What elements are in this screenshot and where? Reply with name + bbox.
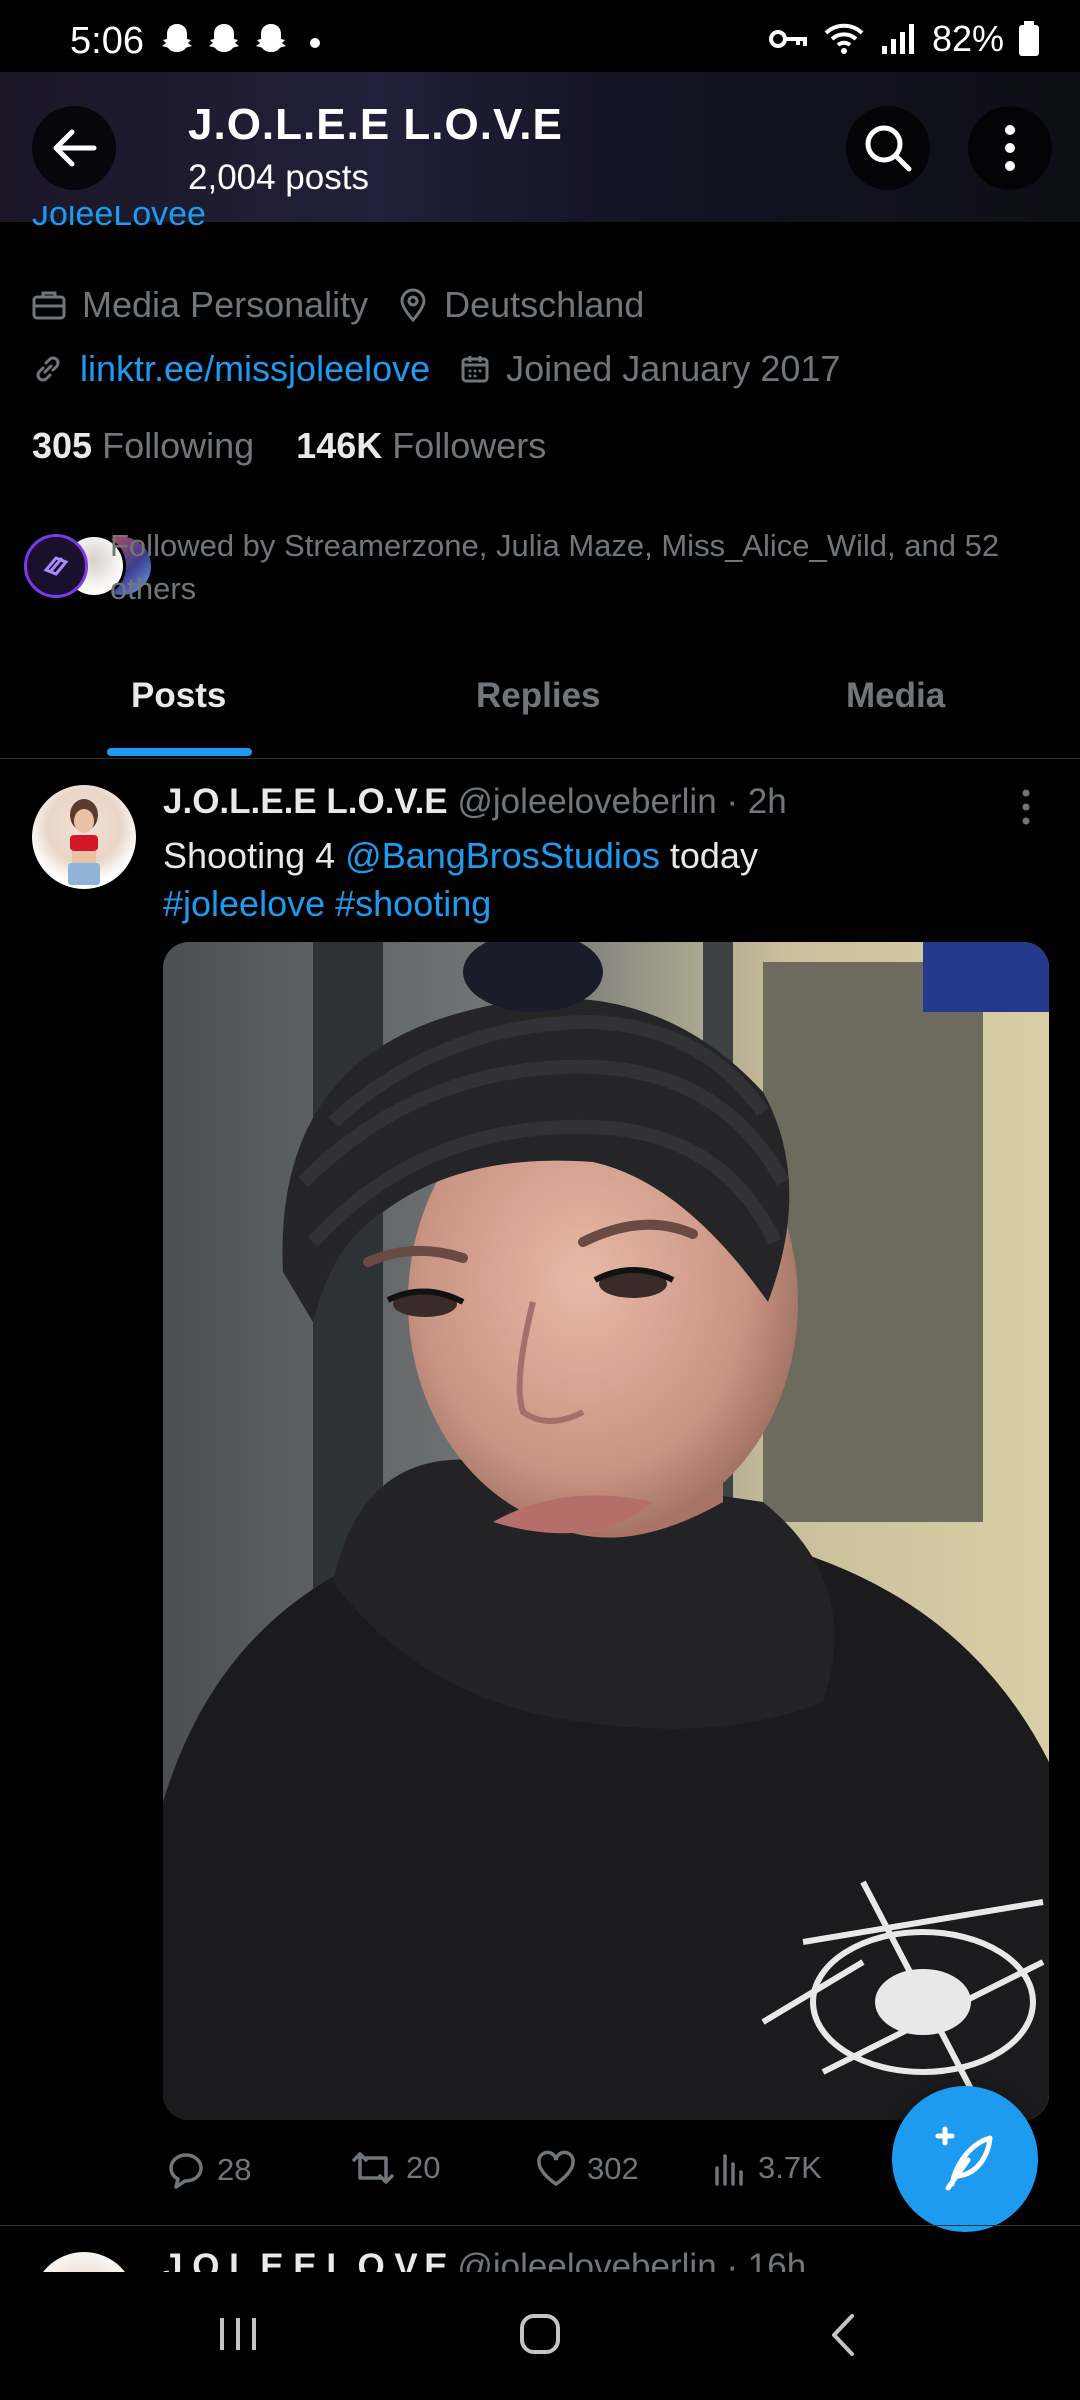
back-button[interactable]: [32, 106, 116, 190]
post-header: J.O.L.E.E L.O.V.E @joleeloveberlin · 2h: [163, 782, 787, 822]
following-link[interactable]: 305 Following: [32, 425, 254, 467]
following-label: Following: [102, 425, 255, 466]
wifi-icon: [824, 23, 864, 54]
post-text-start: Shooting 4: [163, 835, 346, 876]
repost-button[interactable]: 20: [350, 2150, 440, 2186]
repost-count: 20: [406, 2150, 441, 2185]
link-icon: [36, 356, 60, 382]
hashtag-link[interactable]: #shooting: [335, 883, 491, 924]
views-count: 3.7K: [758, 2150, 822, 2185]
selfie-photo: [163, 942, 1049, 2120]
profile-tabs: Posts Replies Media: [0, 640, 1080, 759]
recent-apps-icon[interactable]: [216, 2314, 260, 2354]
system-navigation-bar: [0, 2272, 1080, 2400]
calendar-icon: [461, 356, 489, 383]
avatar-image: [68, 799, 100, 885]
notification-dot: [310, 38, 320, 48]
briefcase-icon: [32, 291, 66, 320]
compose-post-button[interactable]: [892, 2086, 1038, 2232]
more-options-button[interactable]: [968, 106, 1052, 190]
tab-posts[interactable]: Posts: [131, 676, 226, 716]
signal-icon: [881, 24, 914, 54]
location-icon: [400, 288, 426, 322]
status-time: 5:06: [70, 20, 144, 62]
header-title: J.O.L.E.E L.O.V.E: [188, 100, 563, 149]
post-more-icon[interactable]: [1020, 788, 1032, 826]
followers-label: Followers: [392, 425, 547, 466]
followed-by-text[interactable]: Followed by Streamerzone, Julia Maze, Mi…: [110, 524, 1040, 610]
profile-meta-row-1: Media Personality Deutschland: [32, 284, 644, 326]
next-post-header: J.O.L.E.E L.O.V.E @joleeloveberlin · 16h: [163, 2250, 806, 2274]
profile-name-partial: JoleeLovee: [32, 206, 206, 232]
reply-icon: [169, 2153, 203, 2189]
following-count: 305: [32, 425, 93, 466]
post-author-handle[interactable]: @joleeloveberlin: [457, 782, 716, 821]
post-author-avatar[interactable]: [32, 785, 136, 889]
post-mention-link[interactable]: @BangBrosStudios: [345, 835, 660, 876]
follow-stats: 305 Following 146K Followers: [32, 425, 546, 467]
key-icon: [768, 30, 807, 48]
profile-meta-row-2: linktr.ee/missjoleelove Joined January 2…: [32, 348, 840, 390]
reply-count: 28: [217, 2152, 252, 2187]
search-button[interactable]: [846, 106, 930, 190]
search-icon: [865, 125, 912, 172]
profile-header: J.O.L.E.E L.O.V.E 2,004 posts: [0, 72, 1080, 222]
next-post-avatar[interactable]: [32, 2252, 136, 2272]
repost-icon: [352, 2152, 394, 2184]
hashtag-link[interactable]: #joleelove: [163, 883, 325, 924]
streamerzone-logo-icon: [43, 556, 69, 576]
next-post-time: · 16h: [726, 2250, 807, 2274]
post-time: · 2h: [726, 782, 787, 821]
arrow-left-icon: [53, 129, 97, 167]
home-icon[interactable]: [518, 2312, 562, 2356]
followers-link[interactable]: 146K Followers: [296, 425, 546, 467]
battery-percent: 82%: [931, 18, 1004, 59]
views-icon: [715, 2154, 743, 2186]
more-vertical-icon: [1005, 125, 1015, 171]
profile-website-link[interactable]: linktr.ee/missjoleelove: [80, 348, 430, 390]
snapchat-icon: [209, 24, 239, 52]
like-button[interactable]: 302: [535, 2150, 639, 2188]
post-photo[interactable]: [163, 942, 1049, 2120]
post-divider: [0, 2225, 1080, 2226]
profile-joined: Joined January 2017: [506, 348, 841, 389]
status-right: 82%: [768, 18, 1040, 60]
next-post-handle[interactable]: @joleeloveberlin: [457, 2250, 716, 2274]
next-post-avatar-clip: [32, 2252, 136, 2272]
views-button[interactable]: 3.7K: [712, 2150, 822, 2186]
post-text-end: today: [659, 835, 758, 876]
active-tab-indicator: [107, 748, 252, 756]
status-bar: 5:06 82%: [0, 0, 1080, 72]
post-count: 2,004 posts: [188, 158, 369, 197]
reply-button[interactable]: 28: [165, 2150, 251, 2190]
followers-count: 146K: [296, 425, 383, 466]
back-nav-icon[interactable]: [828, 2312, 858, 2358]
heart-icon: [537, 2150, 575, 2187]
profile-category: Media Personality: [82, 284, 369, 325]
compose-feather-icon: [935, 2126, 993, 2191]
post-text: Shooting 4 @BangBrosStudios today #jolee…: [163, 832, 1043, 928]
tab-replies[interactable]: Replies: [476, 676, 601, 716]
post-author-name[interactable]: J.O.L.E.E L.O.V.E: [163, 782, 448, 821]
profile-location: Deutschland: [444, 284, 645, 325]
next-post-author[interactable]: J.O.L.E.E L.O.V.E: [163, 2250, 448, 2274]
snapchat-icon: [162, 24, 192, 52]
avatar: [24, 534, 88, 598]
snapchat-icon: [256, 24, 286, 52]
like-count: 302: [587, 2151, 639, 2186]
battery-icon: [1019, 21, 1039, 56]
tab-media[interactable]: Media: [846, 676, 945, 716]
